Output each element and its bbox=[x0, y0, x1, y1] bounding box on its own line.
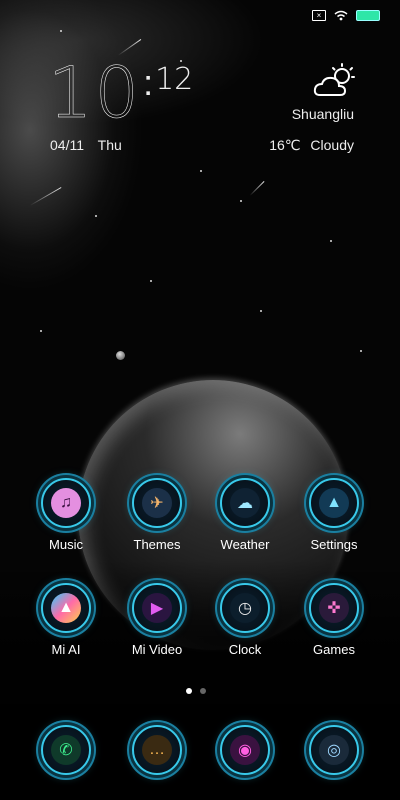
weather-condition: Cloudy bbox=[310, 137, 354, 153]
clock-icon[interactable]: ◷ bbox=[220, 583, 270, 633]
sim-card-icon: × bbox=[312, 10, 326, 21]
clock-minute: 12 bbox=[155, 62, 194, 97]
app-label: Settings bbox=[310, 537, 358, 552]
gamepad-icon[interactable]: ✜ bbox=[309, 583, 359, 633]
status-bar: × bbox=[312, 10, 380, 21]
video-play-icon[interactable]: ▶ bbox=[132, 583, 182, 633]
battery-icon bbox=[356, 10, 380, 21]
app-label: Games bbox=[313, 642, 355, 657]
messages-icon[interactable]: … bbox=[132, 725, 182, 775]
dock-camera[interactable]: ◎ bbox=[294, 725, 374, 775]
dock-phone[interactable]: ✆ bbox=[26, 725, 106, 775]
app-label: Music bbox=[49, 537, 83, 552]
small-moon bbox=[116, 351, 125, 360]
music-icon[interactable]: ♫ bbox=[41, 478, 91, 528]
date: 04/11 bbox=[50, 137, 84, 153]
app-mi-video[interactable]: ▶ Mi Video bbox=[117, 583, 197, 657]
browser-icon[interactable]: ◉ bbox=[220, 725, 270, 775]
app-games[interactable]: ✜ Games bbox=[294, 583, 374, 657]
weather-city: Shuangliu bbox=[291, 106, 354, 122]
app-label: Mi Video bbox=[131, 642, 183, 657]
settings-icon[interactable]: ▲ bbox=[309, 478, 359, 528]
app-mi-ai[interactable]: ▲ Mi AI bbox=[26, 583, 106, 657]
app-label: Themes bbox=[133, 537, 181, 552]
themes-icon[interactable]: ✈ bbox=[132, 478, 182, 528]
app-music[interactable]: ♫ Music bbox=[26, 478, 106, 552]
partly-cloudy-icon[interactable] bbox=[312, 62, 356, 102]
dock-messages[interactable]: … bbox=[117, 725, 197, 775]
app-label: Mi AI bbox=[51, 642, 81, 657]
page-indicator[interactable] bbox=[186, 688, 206, 694]
clock-widget[interactable]: 10 : 12 bbox=[48, 52, 194, 134]
phone-icon[interactable]: ✆ bbox=[41, 725, 91, 775]
clock-colon: : bbox=[143, 62, 154, 103]
app-weather[interactable]: ☁ Weather bbox=[205, 478, 285, 552]
weather-icon[interactable]: ☁ bbox=[220, 478, 270, 528]
camera-icon[interactable]: ◎ bbox=[309, 725, 359, 775]
page-dot-active[interactable] bbox=[186, 688, 192, 694]
weekday: Thu bbox=[97, 137, 122, 153]
clock-hour: 10 bbox=[48, 52, 142, 134]
weather-temperature: 16℃ bbox=[269, 137, 301, 153]
page-dot[interactable] bbox=[200, 688, 206, 694]
app-settings[interactable]: ▲ Settings bbox=[294, 478, 374, 552]
date-row: 04/11 Thu bbox=[50, 137, 132, 153]
app-clock[interactable]: ◷ Clock bbox=[205, 583, 285, 657]
app-label: Clock bbox=[228, 642, 262, 657]
app-label: Weather bbox=[220, 537, 270, 552]
dock-browser[interactable]: ◉ bbox=[205, 725, 285, 775]
app-themes[interactable]: ✈ Themes bbox=[117, 478, 197, 552]
weather-temp-condition: 16℃ Cloudy bbox=[269, 137, 354, 154]
mi-ai-icon[interactable]: ▲ bbox=[41, 583, 91, 633]
wifi-icon bbox=[334, 10, 348, 21]
